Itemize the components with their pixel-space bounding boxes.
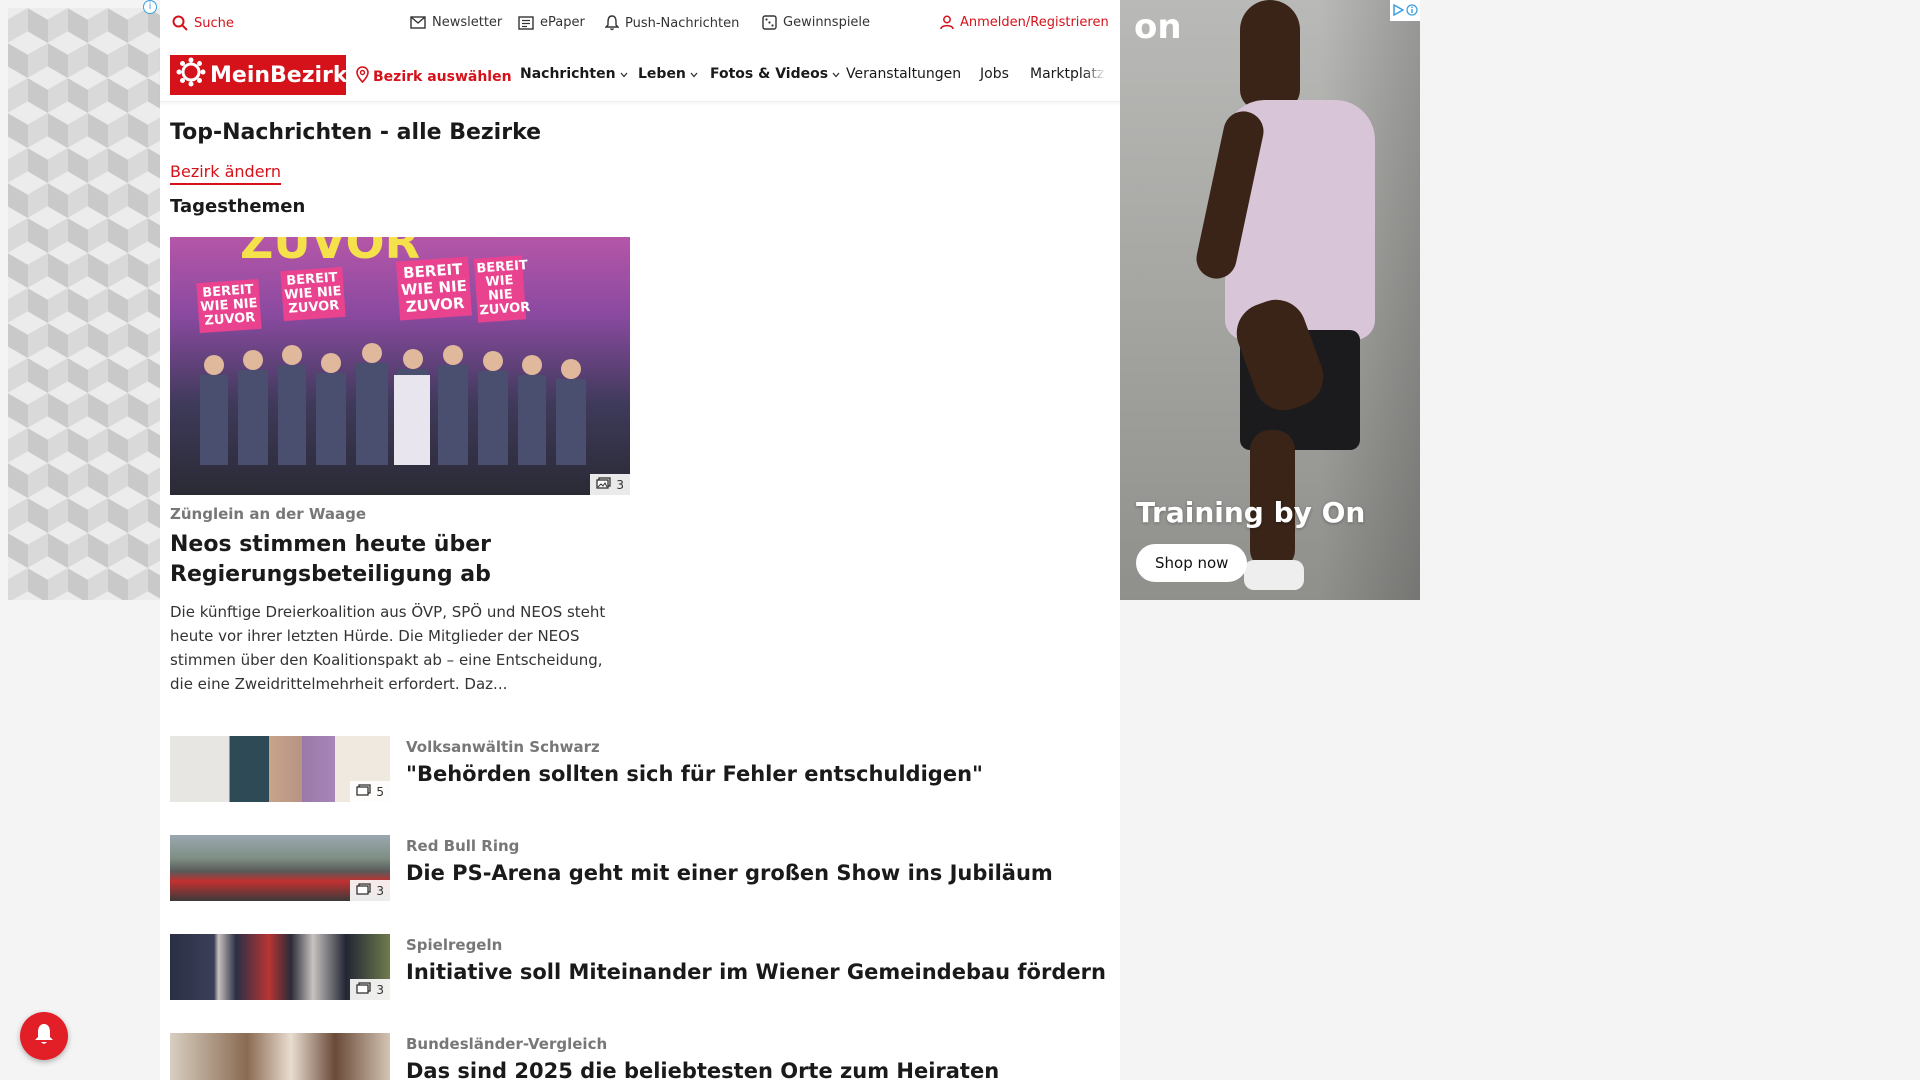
hero-sign: BEREIT WIE NIE ZUVOR xyxy=(196,278,262,334)
crowd-silhouette xyxy=(200,343,586,465)
hero-sign: BEREIT WIE NIE ZUVOR xyxy=(280,266,346,322)
ad-choices[interactable] xyxy=(1390,0,1420,21)
top-utility-bar: Suche Newsletter ePaper Push-Nachrichten… xyxy=(160,0,1120,46)
image-gallery-icon xyxy=(596,477,612,492)
nav-label: Fotos & Videos xyxy=(710,66,829,82)
article-kicker: Spielregeln xyxy=(406,936,503,954)
article-kicker: Volksanwältin Schwarz xyxy=(406,738,600,756)
hero-image[interactable]: ZUVOR BEREIT WIE NIE ZUVOR BEREIT WIE NI… xyxy=(170,237,630,495)
gallery-count-badge: 3 xyxy=(350,979,390,1000)
main-navigation: MeinBezirk Bezirk auswählen Nachrichten … xyxy=(160,46,1120,102)
nav-item-jobs[interactable]: Jobs xyxy=(980,66,1009,82)
gallery-count-badge: 5 xyxy=(350,781,390,802)
article-headline[interactable]: "Behörden sollten sich für Fehler entsch… xyxy=(406,762,983,786)
hero-banner-text: ZUVOR xyxy=(240,237,421,269)
location-pin-icon xyxy=(356,66,369,87)
nav-label: Marktplatz xyxy=(1030,66,1105,82)
right-ad-banner[interactable]: on Training by On Shop now xyxy=(1120,0,1420,600)
logo-text: MeinBezirk xyxy=(210,62,348,88)
page-title: Top-Nachrichten - alle Bezirke xyxy=(170,120,542,145)
nav-item-fotos-videos[interactable]: Fotos & Videos xyxy=(710,66,840,82)
mail-icon xyxy=(410,16,426,29)
image-gallery-icon xyxy=(356,784,372,799)
bell-icon xyxy=(605,15,619,31)
article-headline[interactable]: Das sind 2025 die beliebtesten Orte zum … xyxy=(406,1059,999,1080)
change-district-link[interactable]: Bezirk ändern xyxy=(170,162,281,185)
article-thumbnail[interactable]: 5 xyxy=(170,736,390,802)
article-item[interactable]: 5 Volksanwältin Schwarz "Behörden sollte… xyxy=(170,736,1100,802)
district-selector[interactable]: Bezirk auswählen xyxy=(356,66,512,87)
article-thumbnail[interactable]: 3 xyxy=(170,934,390,1000)
ad-info-icon xyxy=(1406,1,1418,20)
hero-sign: BEREIT WIE NIE ZUVOR xyxy=(473,255,531,323)
newsletter-label: Newsletter xyxy=(432,15,503,30)
chevron-down-icon xyxy=(620,66,628,82)
hero-sign: BEREIT WIE NIE ZUVOR xyxy=(396,256,472,321)
nav-label: Nachrichten xyxy=(520,66,616,82)
ad-choices-icon xyxy=(1392,1,1405,20)
gallery-count: 3 xyxy=(616,477,624,492)
article-kicker: Red Bull Ring xyxy=(406,837,520,855)
dice-icon xyxy=(762,15,777,30)
nav-item-leben[interactable]: Leben xyxy=(638,66,698,82)
article-kicker: Bundesländer-Vergleich xyxy=(406,1035,608,1053)
login-label: Anmelden/Registrieren xyxy=(960,15,1109,30)
push-link[interactable]: Push-Nachrichten xyxy=(605,15,739,31)
gallery-count: 5 xyxy=(376,784,384,799)
gallery-count: 3 xyxy=(376,883,384,898)
nav-item-veranstaltungen[interactable]: Veranstaltungen xyxy=(846,66,961,82)
ad-figure-head xyxy=(1240,0,1300,110)
newsletter-link[interactable]: Newsletter xyxy=(410,15,502,30)
article-thumbnail[interactable] xyxy=(170,1033,390,1080)
nav-item-marktplatz[interactable]: Marktplatz xyxy=(1030,66,1106,82)
hero-kicker: Zünglein an der Waage xyxy=(170,505,367,523)
section-title: Tagesthemen xyxy=(170,196,306,217)
epaper-label: ePaper xyxy=(540,15,585,30)
article-item[interactable]: 3 Red Bull Ring Die PS-Arena geht mit ei… xyxy=(170,835,1100,901)
article-headline[interactable]: Die PS-Arena geht mit einer großen Show … xyxy=(406,861,1053,885)
ad-figure-shoe xyxy=(1244,560,1304,590)
nav-label: Jobs xyxy=(980,66,1009,82)
ad-info-icon[interactable]: i xyxy=(143,0,157,14)
image-gallery-icon xyxy=(356,982,372,997)
nav-label: Leben xyxy=(638,66,686,82)
search-icon xyxy=(172,15,188,31)
logo-sun-icon xyxy=(176,57,206,93)
hero-teaser: Die künftige Dreierkoalition aus ÖVP, SP… xyxy=(170,603,606,693)
article-headline[interactable]: Initiative soll Miteinander im Wiener Ge… xyxy=(406,960,1106,984)
site-logo[interactable]: MeinBezirk xyxy=(170,55,348,95)
gewinnspiele-link[interactable]: Gewinnspiele xyxy=(762,15,870,30)
chevron-down-icon xyxy=(832,66,840,82)
article-item[interactable]: Bundesländer-Vergleich Das sind 2025 die… xyxy=(170,1033,1100,1080)
search-label: Suche xyxy=(194,15,234,31)
main-column: Suche Newsletter ePaper Push-Nachrichten… xyxy=(160,0,1120,1080)
gallery-count-badge: 3 xyxy=(590,474,630,495)
bell-icon xyxy=(33,1022,55,1050)
nav-label: Veranstaltungen xyxy=(846,66,962,82)
ad-shop-now-button[interactable]: Shop now xyxy=(1136,544,1248,582)
gallery-count: 3 xyxy=(376,982,384,997)
epaper-link[interactable]: ePaper xyxy=(518,15,585,30)
article-thumbnail[interactable]: 3 xyxy=(170,835,390,901)
ad-brand-logo: on xyxy=(1134,7,1182,47)
push-notification-button[interactable] xyxy=(20,1012,68,1060)
nav-item-nachrichten[interactable]: Nachrichten xyxy=(520,66,628,82)
chevron-down-icon xyxy=(690,66,698,82)
left-ad-banner[interactable] xyxy=(8,8,160,600)
district-label: Bezirk auswählen xyxy=(373,68,512,85)
gewinnspiele-label: Gewinnspiele xyxy=(783,15,871,30)
article-item[interactable]: 3 Spielregeln Initiative soll Miteinande… xyxy=(170,934,1106,1000)
image-gallery-icon xyxy=(356,883,372,898)
user-icon xyxy=(940,15,954,30)
search-link[interactable]: Suche xyxy=(172,15,234,31)
newspaper-icon xyxy=(518,15,534,30)
login-link[interactable]: Anmelden/Registrieren xyxy=(940,15,1109,30)
push-label: Push-Nachrichten xyxy=(625,15,740,31)
hero-headline[interactable]: Neos stimmen heute über Regierungsbeteil… xyxy=(170,530,630,590)
ad-headline: Training by On xyxy=(1136,496,1366,529)
gallery-count-badge: 3 xyxy=(350,880,390,901)
